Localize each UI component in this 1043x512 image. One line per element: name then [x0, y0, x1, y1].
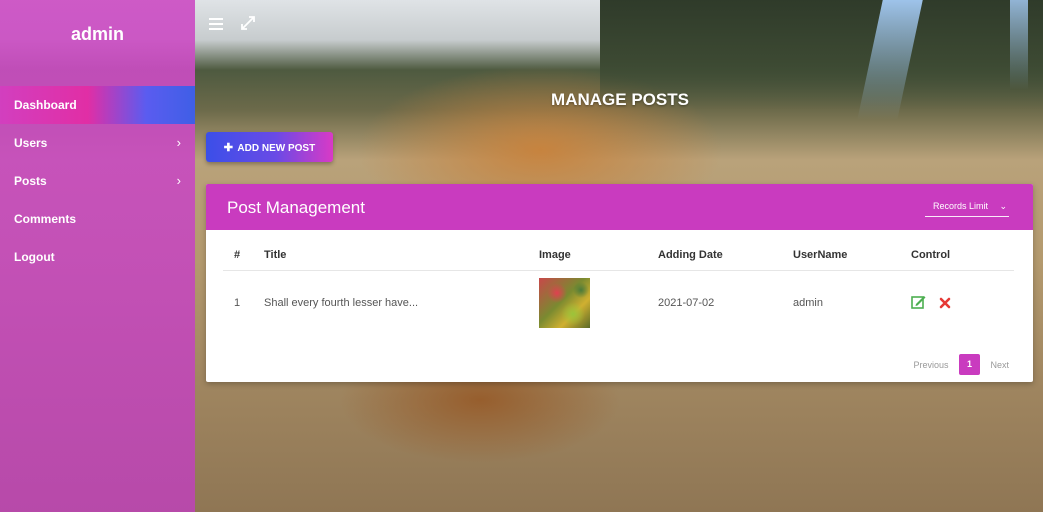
add-new-post-button[interactable]: ✚ ADD NEW POST	[206, 132, 333, 162]
sidebar-item-logout[interactable]: Logout	[0, 238, 195, 276]
edit-icon[interactable]	[911, 295, 926, 312]
row-adding-date: 2021-07-02	[658, 297, 715, 310]
row-title[interactable]: Shall every fourth lesser have...	[264, 270, 539, 336]
card-header: Post Management Records Limit ⌄	[206, 184, 1033, 230]
sidebar: admin Dashboard Users › Posts › Comments…	[0, 0, 195, 512]
sidebar-item-label: Posts	[14, 174, 47, 188]
table-header-row: # Title Image Adding Date UserName Contr…	[223, 240, 1014, 271]
fullscreen-icon[interactable]	[239, 16, 257, 34]
column-header-number: #	[223, 240, 264, 271]
chevron-right-icon: ›	[176, 173, 181, 188]
pagination: Previous 1 Next	[913, 354, 1009, 375]
sidebar-item-label: Comments	[14, 212, 77, 226]
posts-table: # Title Image Adding Date UserName Contr…	[223, 240, 1014, 336]
sidebar-item-users[interactable]: Users ›	[0, 124, 195, 162]
pagination-next[interactable]: Next	[990, 360, 1009, 370]
column-header-title: Title	[264, 240, 539, 271]
sidebar-menu: Dashboard Users › Posts › Comments Logou…	[0, 86, 195, 276]
column-header-username: UserName	[793, 240, 911, 271]
add-new-post-label: ADD NEW POST	[237, 142, 316, 154]
menu-icon[interactable]	[207, 17, 225, 35]
background-light-beam	[1010, 0, 1028, 90]
records-limit-select[interactable]: Records Limit ⌄	[925, 197, 1009, 217]
chevron-right-icon: ›	[176, 135, 181, 150]
post-thumbnail[interactable]	[539, 278, 590, 329]
sidebar-item-label: Users	[14, 136, 48, 150]
column-header-control: Control	[911, 240, 1014, 271]
post-management-card: Post Management Records Limit ⌄ # Title …	[206, 184, 1033, 382]
topbar-icons	[207, 16, 267, 36]
column-header-adding-date: Adding Date	[658, 240, 793, 271]
pagination-previous[interactable]: Previous	[913, 360, 948, 370]
plus-icon: ✚	[223, 141, 233, 154]
row-username: admin	[793, 297, 823, 310]
delete-icon[interactable]	[939, 296, 951, 312]
card-title: Post Management	[227, 198, 365, 217]
column-header-image: Image	[539, 240, 658, 271]
sidebar-item-posts[interactable]: Posts ›	[0, 162, 195, 200]
row-number: 1	[234, 297, 241, 310]
sidebar-brand: admin	[70, 24, 124, 44]
chevron-down-icon: ⌄	[999, 201, 1007, 211]
table-row: 1 Shall every fourth lesser have... 2021…	[223, 270, 1014, 336]
pagination-page-current[interactable]: 1	[958, 354, 980, 375]
page-title: MANAGE POSTS	[551, 90, 689, 109]
sidebar-item-comments[interactable]: Comments	[0, 200, 195, 238]
row-controls	[911, 270, 1014, 336]
records-limit-label: Records Limit	[933, 201, 989, 211]
sidebar-item-label: Logout	[14, 250, 55, 264]
